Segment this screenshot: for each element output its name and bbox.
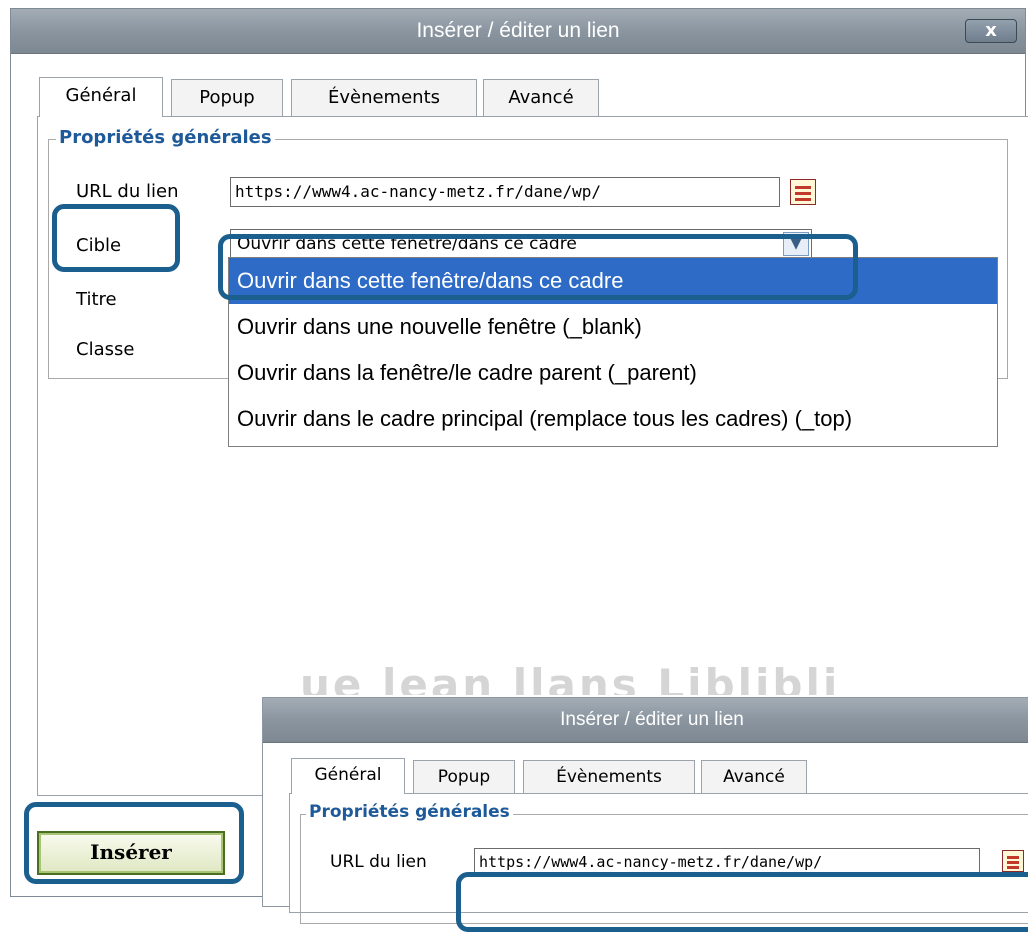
tab-popup[interactable]: Popup — [171, 79, 283, 117]
second-tab-popup-label: Popup — [437, 767, 491, 787]
option-blank[interactable]: Ouvrir dans une nouvelle fenêtre (_blank… — [229, 304, 997, 350]
second-tab-avance[interactable]: Avancé — [701, 760, 807, 794]
second-url-input[interactable]: https://www4.ac-nancy-metz.fr/dane/wp/ — [474, 848, 980, 876]
tab-avance-label: Avancé — [508, 87, 574, 108]
second-tab-evenements-label: Évènements — [556, 767, 662, 787]
target-select-value: Ouvrir dans cette fenêtre/dans ce cadre — [237, 234, 577, 254]
tab-evenements[interactable]: Évènements — [291, 79, 477, 117]
second-tab-general[interactable]: Général — [291, 758, 405, 794]
fieldset-legend: Propriétés générales — [56, 127, 275, 148]
second-tab-evenements[interactable]: Évènements — [523, 760, 695, 794]
close-button[interactable]: x — [965, 19, 1017, 43]
tab-avance[interactable]: Avancé — [483, 79, 599, 117]
tab-general[interactable]: Général — [39, 77, 163, 117]
title-label: Titre — [76, 289, 117, 310]
browse-icon[interactable] — [790, 179, 816, 205]
dialog-titlebar[interactable]: Insérer / éditer un lien x — [11, 9, 1025, 54]
url-input[interactable]: https://www4.ac-nancy-metz.fr/dane/wp/ — [230, 177, 780, 207]
second-tab-avance-label: Avancé — [723, 767, 785, 787]
close-icon: x — [985, 20, 997, 41]
second-fieldset-legend: Propriétés générales — [306, 802, 513, 822]
background-text: ue lean llans Liblibli — [300, 660, 841, 695]
second-browse-icon[interactable] — [1002, 850, 1024, 872]
tab-popup-label: Popup — [199, 87, 255, 108]
chevron-down-icon[interactable]: ▼ — [783, 232, 809, 256]
class-label: Classe — [76, 339, 135, 360]
second-dialog-title: Insérer / éditer un lien — [560, 709, 744, 730]
dialog-title: Insérer / éditer un lien — [416, 19, 620, 42]
target-label: Cible — [76, 235, 122, 256]
second-tab-popup[interactable]: Popup — [413, 760, 515, 794]
target-dropdown-list: Ouvrir dans cette fenêtre/dans ce cadre … — [228, 257, 998, 447]
second-url-label: URL du lien — [330, 852, 427, 872]
option-top[interactable]: Ouvrir dans le cadre principal (remplace… — [229, 396, 997, 442]
insert-button-label: Insérer — [90, 840, 172, 864]
second-tab-general-label: Général — [314, 765, 382, 785]
url-label: URL du lien — [76, 181, 179, 202]
target-select[interactable]: Ouvrir dans cette fenêtre/dans ce cadre … — [230, 229, 812, 259]
second-tab-panel: Propriétés générales URL du lien https:/… — [289, 793, 1028, 924]
insert-button[interactable]: Insérer — [37, 831, 225, 875]
second-dialog-titlebar[interactable]: Insérer / éditer un lien — [263, 698, 1028, 743]
tab-general-label: Général — [65, 85, 137, 106]
option-self[interactable]: Ouvrir dans cette fenêtre/dans ce cadre — [229, 258, 997, 304]
option-parent[interactable]: Ouvrir dans la fenêtre/le cadre parent (… — [229, 350, 997, 396]
second-dialog: Insérer / éditer un lien Général Popup É… — [262, 697, 1028, 924]
tab-evenements-label: Évènements — [327, 87, 441, 108]
